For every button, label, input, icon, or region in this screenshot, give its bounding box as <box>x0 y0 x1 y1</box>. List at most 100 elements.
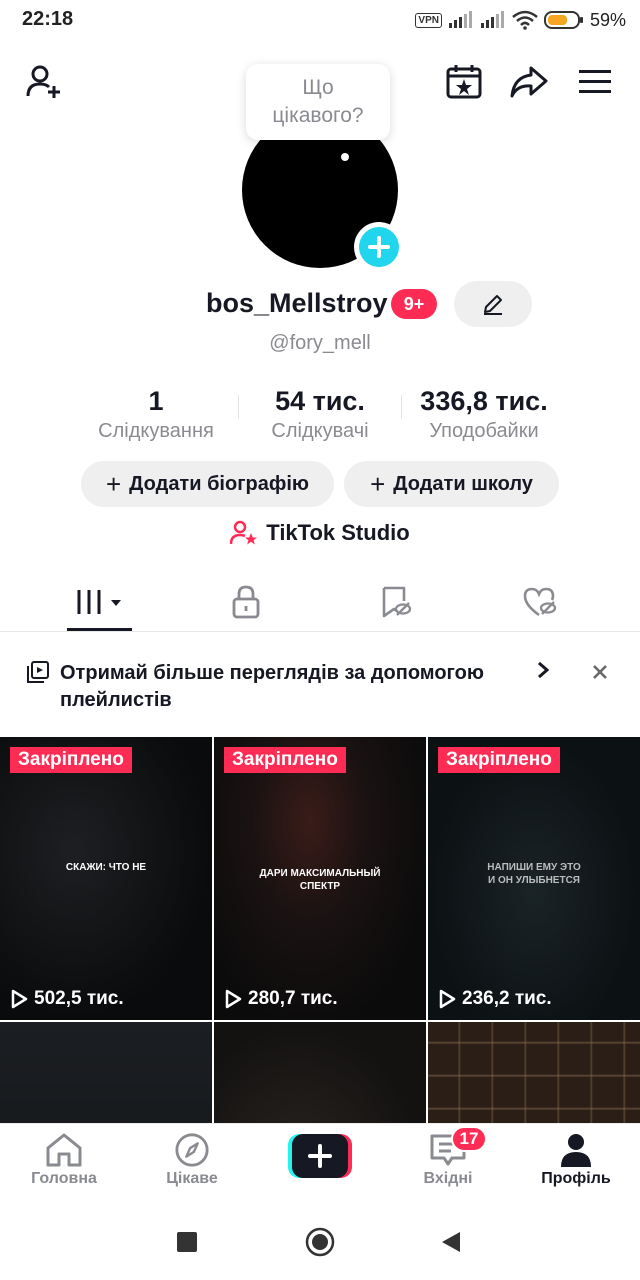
video-grid: Закріплено СКАЖИ: ЧТО НЕ 502,5 тис. Закр… <box>0 737 640 1123</box>
close-icon <box>593 665 607 679</box>
add-bio-button[interactable]: + Додати біографію <box>81 461 334 507</box>
calendar-star-icon <box>446 65 482 99</box>
nav-profile-label: Профіль <box>541 1170 611 1187</box>
following-count: 1 <box>148 386 164 416</box>
profile-icon <box>561 1134 591 1167</box>
status-bar: 22:18 VPN 59% <box>0 0 640 40</box>
status-time: 22:18 <box>22 8 74 30</box>
video-overlay-text: СКАЖИ: ЧТО НЕ <box>65 862 147 873</box>
plus-icon: + <box>370 469 386 499</box>
edit-profile-button[interactable] <box>454 281 532 327</box>
add-user-icon <box>26 65 60 98</box>
tab-liked[interactable] <box>460 574 620 630</box>
play-icon <box>11 989 28 1009</box>
video-overlay-text: НАПИШИ ЕМУ ЭТО И ОН УЛЫБНЕТСЯ <box>487 862 581 886</box>
video-tile[interactable]: Закріплено НАПИШИ ЕМУ ЭТО И ОН УЛЫБНЕТСЯ… <box>428 737 640 1020</box>
video-overlay-text: ДАРИ МАКСИМАЛЬНЫЙ СПЕКТР <box>259 868 381 892</box>
videos-grid-icon <box>77 590 121 614</box>
nav-home[interactable]: Головна <box>0 1132 128 1198</box>
view-count: 280,7 тис. <box>224 988 338 1010</box>
view-count: 502,5 тис. <box>10 988 124 1010</box>
vpn-icon: VPN <box>415 12 442 28</box>
video-tile[interactable]: Закріплено ДАРИ МАКСИМАЛЬНЫЙ СПЕКТР 280,… <box>214 737 426 1020</box>
chevron-right-icon[interactable] <box>536 660 550 686</box>
status-bubble[interactable]: Що цікавого? <box>246 64 390 140</box>
lock-icon <box>232 585 260 619</box>
stat-divider <box>401 395 402 419</box>
pinned-badge: Закріплено <box>10 747 132 773</box>
events-button[interactable] <box>442 60 486 104</box>
share-icon <box>510 66 548 98</box>
playlist-banner-text: Отримай більше переглядів за допомогою п… <box>60 662 484 711</box>
user-star-icon <box>230 520 258 545</box>
status-icons: VPN 59% <box>415 8 626 32</box>
video-tile[interactable] <box>214 1022 426 1123</box>
add-friend-button[interactable] <box>22 60 66 104</box>
signal-icon <box>448 11 472 28</box>
add-school-button[interactable]: + Додати школу <box>344 461 559 507</box>
plus-icon: + <box>105 469 122 499</box>
view-count-value: 280,7 тис. <box>248 988 338 1009</box>
video-tile[interactable]: Закріплено СКАЖИ: ЧТО НЕ 502,5 тис. <box>0 737 212 1020</box>
likes-stat[interactable]: 336,8 тис. Уподобайки <box>404 384 564 444</box>
followers-label: Слідкувачі <box>271 420 369 442</box>
nav-inbox[interactable]: Вхідні <box>384 1132 512 1198</box>
following-label: Слідкування <box>98 420 214 442</box>
view-count: 236,2 тис. <box>438 988 552 1010</box>
create-plus-icon <box>288 1134 352 1178</box>
home-nav-button[interactable] <box>305 1227 335 1257</box>
share-profile-button[interactable] <box>507 60 551 104</box>
likes-count: 336,8 тис. <box>420 386 548 416</box>
video-tile[interactable] <box>0 1022 212 1123</box>
tiktok-studio-link[interactable]: TikTok Studio <box>0 520 640 546</box>
inbox-badge: 17 <box>451 1126 487 1152</box>
video-tile[interactable] <box>428 1022 640 1123</box>
tab-videos[interactable] <box>20 574 180 630</box>
add-bio-label: Додати біографію <box>129 472 310 495</box>
add-school-label: Додати школу <box>393 472 533 495</box>
stat-divider <box>238 395 239 419</box>
nav-home-label: Головна <box>31 1170 97 1187</box>
pinned-badge: Закріплено <box>438 747 560 773</box>
add-story-button[interactable] <box>354 222 404 272</box>
wifi-icon <box>512 10 538 30</box>
followers-stat[interactable]: 54 тис. Слідкувачі <box>252 384 388 444</box>
playlist-icon <box>26 660 50 689</box>
user-handle: @fory_mell <box>269 332 371 354</box>
nav-discover-label: Цікаве <box>166 1170 218 1187</box>
tab-private[interactable] <box>166 574 326 630</box>
play-icon <box>439 989 456 1009</box>
close-banner-button[interactable] <box>592 660 608 686</box>
notification-badge[interactable]: 9+ <box>391 289 437 319</box>
create-button[interactable] <box>288 1134 352 1178</box>
tiktok-studio-label: TikTok Studio <box>266 520 410 545</box>
heart-hidden-icon <box>523 587 557 617</box>
view-count-value: 236,2 тис. <box>462 988 552 1009</box>
bottom-nav: Головна Цікаве Вхідні Профіль <box>0 1123 640 1203</box>
nav-discover[interactable]: Цікаве <box>128 1132 256 1198</box>
nav-inbox-label: Вхідні <box>423 1170 473 1187</box>
compass-icon <box>175 1133 209 1167</box>
pencil-icon <box>484 295 502 315</box>
plus-icon <box>368 236 390 258</box>
likes-label: Уподобайки <box>429 420 539 442</box>
tab-favorites[interactable] <box>316 574 476 630</box>
pinned-badge: Закріплено <box>224 747 346 773</box>
hamburger-icon <box>579 70 611 93</box>
back-button[interactable] <box>441 1231 461 1253</box>
view-count-value: 502,5 тис. <box>34 988 124 1009</box>
signal-icon-2 <box>480 11 504 28</box>
following-stat[interactable]: 1 Слідкування <box>86 384 226 444</box>
nav-profile[interactable]: Профіль <box>512 1132 640 1198</box>
play-icon <box>225 989 242 1009</box>
bookmark-hidden-icon <box>382 586 412 618</box>
system-nav-bar <box>0 1203 640 1280</box>
recents-button[interactable] <box>177 1232 197 1252</box>
followers-count: 54 тис. <box>275 386 365 416</box>
home-icon <box>46 1133 82 1167</box>
menu-button[interactable] <box>573 60 617 104</box>
bubble-tail-dot <box>341 153 349 161</box>
username: bos_Mellstroy <box>206 288 388 318</box>
battery-percent: 59% <box>589 9 626 30</box>
battery-icon <box>543 11 583 29</box>
